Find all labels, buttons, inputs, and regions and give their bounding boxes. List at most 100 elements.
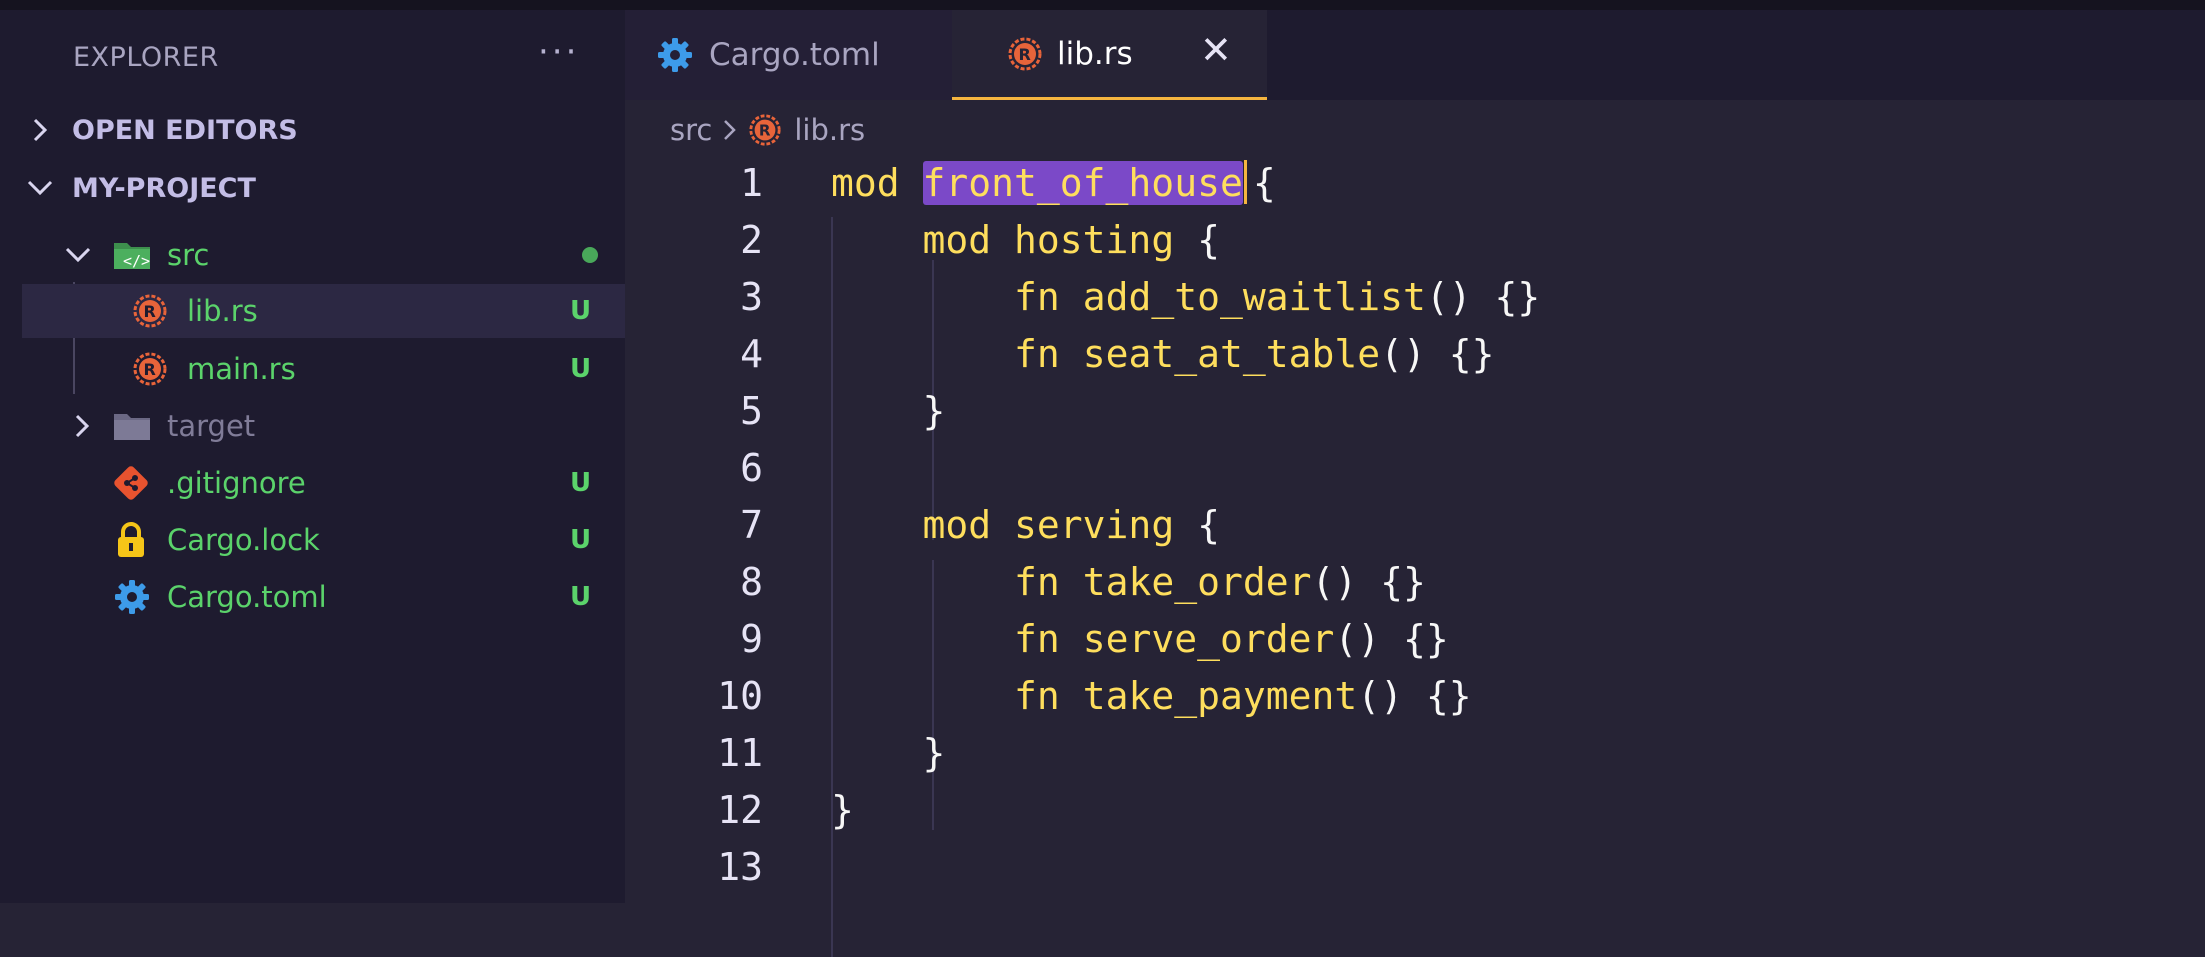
code-token: fn <box>1014 674 1060 718</box>
selected-text: front_of_house <box>922 161 1243 205</box>
tree-item-src[interactable]: </> src <box>22 228 625 282</box>
code-line[interactable]: 13 <box>625 839 2205 896</box>
code-text: fn serve_order() {} <box>831 611 1449 668</box>
tab-bar: Cargo.toml R lib.rs ✕ <box>625 0 2205 100</box>
code-editor[interactable]: 1 mod front_of_house{2 mod hosting {3 fn … <box>625 160 2205 957</box>
breadcrumb: src R lib.rs <box>670 108 865 152</box>
code-token: take_order <box>1082 560 1312 604</box>
breadcrumb-lib-rs[interactable]: lib.rs <box>794 113 865 147</box>
code-token: { <box>1252 161 1276 205</box>
line-number: 6 <box>740 446 763 490</box>
code-token: serve_order <box>1082 617 1335 661</box>
line-number: 13 <box>717 845 763 889</box>
line-number: 3 <box>740 275 763 319</box>
code-token: mod <box>922 503 992 547</box>
tab-lib-rs[interactable]: R lib.rs ✕ <box>952 10 1267 100</box>
rust-file-icon: R <box>132 351 168 387</box>
gear-icon <box>657 37 693 73</box>
source-folder-icon: </> <box>112 239 152 271</box>
code-line[interactable]: 2 mod hosting { <box>625 212 2205 269</box>
explorer-title: EXPLORER <box>73 42 219 73</box>
code-line[interactable]: 12} <box>625 782 2205 839</box>
line-number: 10 <box>717 674 763 718</box>
code-token: serving <box>1014 503 1175 547</box>
section-my-project-label: MY-PROJECT <box>72 172 256 204</box>
code-line[interactable]: 9 fn serve_order() {} <box>625 611 2205 668</box>
code-line[interactable]: 6 <box>625 440 2205 497</box>
code-line[interactable]: 1 mod front_of_house{ <box>625 155 2205 212</box>
code-token: } <box>831 731 946 775</box>
chevron-right-icon <box>72 413 92 439</box>
code-token: } <box>831 788 854 832</box>
section-my-project[interactable]: MY-PROJECT <box>22 164 622 212</box>
rust-file-icon: R <box>1007 36 1043 72</box>
code-text: fn seat_at_table() {} <box>831 326 1494 383</box>
line-number: 7 <box>740 503 763 547</box>
code-token: take_payment <box>1082 674 1358 718</box>
code-line[interactable]: 8 fn take_order() {} <box>625 554 2205 611</box>
code-line[interactable]: 5 } <box>625 383 2205 440</box>
code-token: fn <box>1014 560 1060 604</box>
code-text: mod serving { <box>831 497 1220 554</box>
chevron-right-icon <box>22 112 58 148</box>
tree-item-label: Cargo.lock <box>167 523 320 557</box>
breadcrumb-src[interactable]: src <box>670 113 712 147</box>
section-open-editors-label: OPEN EDITORS <box>72 114 298 146</box>
section-open-editors[interactable]: OPEN EDITORS <box>22 106 622 154</box>
tree-item-cargo-lock[interactable]: Cargo.lock U <box>22 513 625 567</box>
untracked-badge: U <box>570 582 592 612</box>
explorer-sidebar: EXPLORER ··· OPEN EDITORS MY-PROJECT </>… <box>0 0 625 903</box>
code-text: fn add_to_waitlist() {} <box>831 269 1540 326</box>
code-line[interactable]: 3 fn add_to_waitlist() {} <box>625 269 2205 326</box>
line-number: 4 <box>740 332 763 376</box>
close-icon[interactable]: ✕ <box>1200 28 1232 72</box>
line-number: 12 <box>717 788 763 832</box>
code-line[interactable]: 11 } <box>625 725 2205 782</box>
text-cursor <box>1243 160 1247 204</box>
code-token: } <box>831 389 946 433</box>
modified-dot-icon <box>582 247 598 263</box>
code-line[interactable]: 10 fn take_payment() {} <box>625 668 2205 725</box>
line-number: 8 <box>740 560 763 604</box>
tree-item-target[interactable]: target <box>22 399 625 453</box>
tree-item-label: lib.rs <box>187 294 258 328</box>
more-actions-icon[interactable]: ··· <box>538 32 579 72</box>
tree-item-gitignore[interactable]: .gitignore U <box>22 456 625 510</box>
untracked-badge: U <box>570 468 592 498</box>
tree-item-cargo-toml[interactable]: Cargo.toml U <box>22 570 625 624</box>
tab-cargo-toml[interactable]: Cargo.toml <box>625 10 952 100</box>
chevron-down-icon <box>22 170 58 206</box>
tab-label: Cargo.toml <box>709 37 880 73</box>
code-line[interactable]: 7 mod serving { <box>625 497 2205 554</box>
tree-item-label: .gitignore <box>167 466 306 500</box>
code-token: fn <box>1014 275 1060 319</box>
line-number: 5 <box>740 389 763 433</box>
svg-text:R: R <box>1019 45 1031 64</box>
rust-file-icon: R <box>748 113 782 147</box>
code-token: () {} <box>1425 275 1541 319</box>
tree-item-lib-rs[interactable]: R lib.rs U <box>22 284 625 338</box>
tree-item-main-rs[interactable]: R main.rs U <box>22 342 625 396</box>
tab-label: lib.rs <box>1057 35 1133 72</box>
code-line[interactable]: 4 fn seat_at_table() {} <box>625 326 2205 383</box>
code-token: () {} <box>1334 617 1449 661</box>
untracked-badge: U <box>570 296 592 326</box>
line-number: 1 <box>740 161 763 205</box>
code-token: fn <box>1014 617 1060 661</box>
chevron-down-icon <box>64 245 92 265</box>
code-token: () {} <box>1311 560 1426 604</box>
line-number: 2 <box>740 218 763 262</box>
tree-item-label: target <box>167 409 256 443</box>
